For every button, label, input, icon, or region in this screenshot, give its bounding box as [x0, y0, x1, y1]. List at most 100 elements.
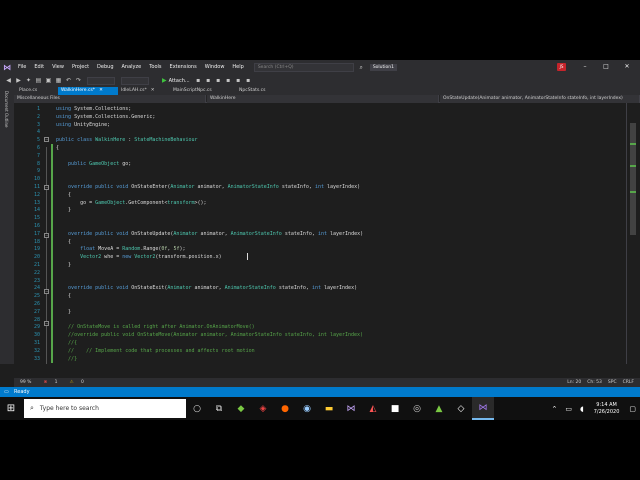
open-folder-icon[interactable]: ▤	[34, 76, 43, 85]
code-line[interactable]: 33 //}	[14, 354, 626, 363]
code-line[interactable]: 14 }	[14, 206, 626, 215]
toolbar-icon-3[interactable]: ▪	[214, 76, 223, 85]
code-line[interactable]: 12 {	[14, 190, 626, 199]
code-line[interactable]: 18 {	[14, 237, 626, 246]
taskbar-search-input[interactable]: ⌕ Type here to search	[24, 399, 186, 418]
project-dropdown[interactable]: Miscellaneous Files	[14, 95, 206, 103]
warning-count[interactable]: ⚠ 0	[64, 380, 84, 385]
class-dropdown[interactable]: WalkinHere	[207, 95, 439, 103]
menu-file[interactable]: File	[14, 60, 30, 74]
minimize-icon[interactable]: –	[578, 60, 592, 74]
code-line[interactable]: 11 override public void OnStateEnter(Ani…	[14, 183, 626, 191]
toolbar-icon-6[interactable]: ▪	[244, 76, 253, 85]
tab-idlelah[interactable]: IdleLAH.cs* ✕	[118, 87, 168, 95]
tab-mainscriptnpc[interactable]: MainScriptNpc.cs	[170, 87, 232, 95]
menu-help[interactable]: Help	[228, 60, 247, 74]
close-icon[interactable]: ✕	[620, 60, 634, 74]
code-line[interactable]: 6{	[14, 144, 626, 152]
code-line[interactable]: 17 override public void OnStateUpdate(An…	[14, 229, 626, 238]
menu-view[interactable]: View	[48, 60, 68, 74]
code-line[interactable]: 9	[14, 167, 626, 176]
code-line[interactable]: 1 using System.Collections;	[14, 105, 626, 113]
menu-analyze[interactable]: Analyze	[118, 60, 146, 74]
code-line[interactable]: 19 float MoveA = Random.Range(0f, 5f);	[14, 245, 626, 254]
windows-start-icon[interactable]: ⊞	[0, 397, 22, 420]
close-tab-icon[interactable]: ✕	[99, 88, 103, 93]
line-ending[interactable]: CRLF	[623, 380, 634, 385]
network-icon[interactable]: ▭	[565, 405, 572, 413]
new-item-icon[interactable]: ✦	[24, 76, 33, 85]
code-line[interactable]: 27 }	[14, 307, 626, 316]
code-line[interactable]: 3 using UnityEngine;	[14, 121, 626, 129]
code-line[interactable]: 13 go = GameObject.GetComponent<transfor…	[14, 198, 626, 207]
notes-icon[interactable]: ■	[384, 397, 406, 420]
search-input[interactable]: Search (Ctrl+Q) ⌕	[253, 62, 363, 72]
code-line[interactable]: 8 public GameObject go;	[14, 159, 626, 168]
code-line[interactable]: 21 }	[14, 261, 626, 269]
clock[interactable]: 9:14 AM 7/26/2020	[594, 402, 620, 416]
menu-window[interactable]: Window	[201, 60, 229, 74]
close-tab-icon[interactable]: ✕	[151, 88, 155, 93]
unity-icon[interactable]: ◇	[450, 397, 472, 420]
tab-npcstats[interactable]: NpcStats.cs	[236, 87, 286, 95]
notifications-icon[interactable]: ▢	[629, 405, 636, 413]
brave-icon[interactable]: ◭	[362, 397, 384, 420]
configuration-dropdown[interactable]	[87, 76, 115, 85]
menu-edit[interactable]: Edit	[30, 60, 48, 74]
code-line[interactable]: 25 {	[14, 292, 626, 301]
code-line[interactable]: 30 //override public void OnStateMove(An…	[14, 331, 626, 340]
undo-icon[interactable]: ↶	[64, 76, 73, 85]
steam-icon[interactable]: ◉	[296, 397, 318, 420]
code-line[interactable]: 31 //{	[14, 339, 626, 347]
code-line[interactable]: 22	[14, 268, 626, 277]
volume-icon[interactable]: ◖	[580, 405, 584, 413]
save-all-icon[interactable]: ▦	[54, 76, 63, 85]
code-line[interactable]: 32 // // Implement code that processes a…	[14, 346, 626, 355]
code-line[interactable]: 10	[14, 175, 626, 184]
menu-tools[interactable]: Tools	[145, 60, 165, 74]
tab-walkinhere[interactable]: WalkinHere.cs* ✕	[58, 87, 118, 95]
toolbar-icon-5[interactable]: ▪	[234, 76, 243, 85]
spacing-mode[interactable]: SPC	[608, 380, 617, 385]
toolbar-icon-2[interactable]: ▪	[204, 76, 213, 85]
toolbar-icon-1[interactable]: ▪	[194, 76, 203, 85]
minecraft-icon[interactable]: ◆	[230, 397, 252, 420]
member-dropdown[interactable]: OnStateUpdate(Animator animator, Animato…	[440, 95, 640, 103]
redo-icon[interactable]: ↷	[74, 76, 83, 85]
toolbar-icon-4[interactable]: ▪	[224, 76, 233, 85]
platform-dropdown[interactable]	[121, 76, 149, 85]
save-icon[interactable]: ▣	[44, 76, 53, 85]
code-line[interactable]: 20 Vector2 whe = new Vector2(transform.p…	[14, 253, 626, 262]
app-icon[interactable]: ◈	[252, 397, 274, 420]
error-count[interactable]: ⊗ 1	[37, 380, 57, 385]
zoom-level[interactable]: 99 %	[20, 380, 31, 385]
menu-extensions[interactable]: Extensions	[166, 60, 201, 74]
menu-project[interactable]: Project	[68, 60, 93, 74]
user-avatar[interactable]: JS	[557, 63, 566, 71]
game-icon[interactable]: ▲	[428, 397, 450, 420]
search-icon[interactable]: ⌕	[359, 64, 362, 72]
firefox-icon[interactable]: ●	[274, 397, 296, 420]
menu-debug[interactable]: Debug	[93, 60, 117, 74]
code-line[interactable]: 28	[14, 315, 626, 324]
attach-button[interactable]: ▶ Attach...	[162, 77, 190, 84]
code-line[interactable]: 2 using System.Collections.Generic;	[14, 113, 626, 121]
code-line[interactable]: 5 public class WalkinHere : StateMachineB…	[14, 136, 626, 144]
visual-studio-taskbar-icon[interactable]: ⋈	[340, 397, 362, 420]
visual-studio-icon[interactable]: ⋈	[0, 60, 14, 74]
task-view-icon[interactable]: ⧉	[208, 397, 230, 420]
file-explorer-icon[interactable]: ▬	[318, 397, 340, 420]
forward-icon[interactable]: ▶	[14, 76, 23, 85]
steam-client-icon[interactable]: ◎	[406, 397, 428, 420]
scrollbar-thumb[interactable]	[630, 123, 636, 235]
document-outline-tab[interactable]: Document Outline	[4, 91, 9, 127]
code-line[interactable]: 29 // OnStateMove is called right after …	[14, 323, 626, 332]
code-line[interactable]: 16	[14, 222, 626, 230]
back-icon[interactable]: ◀	[4, 76, 13, 85]
code-line[interactable]: 26	[14, 300, 626, 308]
code-line[interactable]: 23	[14, 276, 626, 285]
chevron-up-icon[interactable]: ⌃	[552, 405, 558, 413]
code-editor[interactable]: − − − − − 1 using System.Collections; 2 usi…	[14, 103, 626, 364]
vertical-scrollbar[interactable]	[626, 103, 640, 364]
tab-place[interactable]: Place.cs	[16, 87, 56, 95]
